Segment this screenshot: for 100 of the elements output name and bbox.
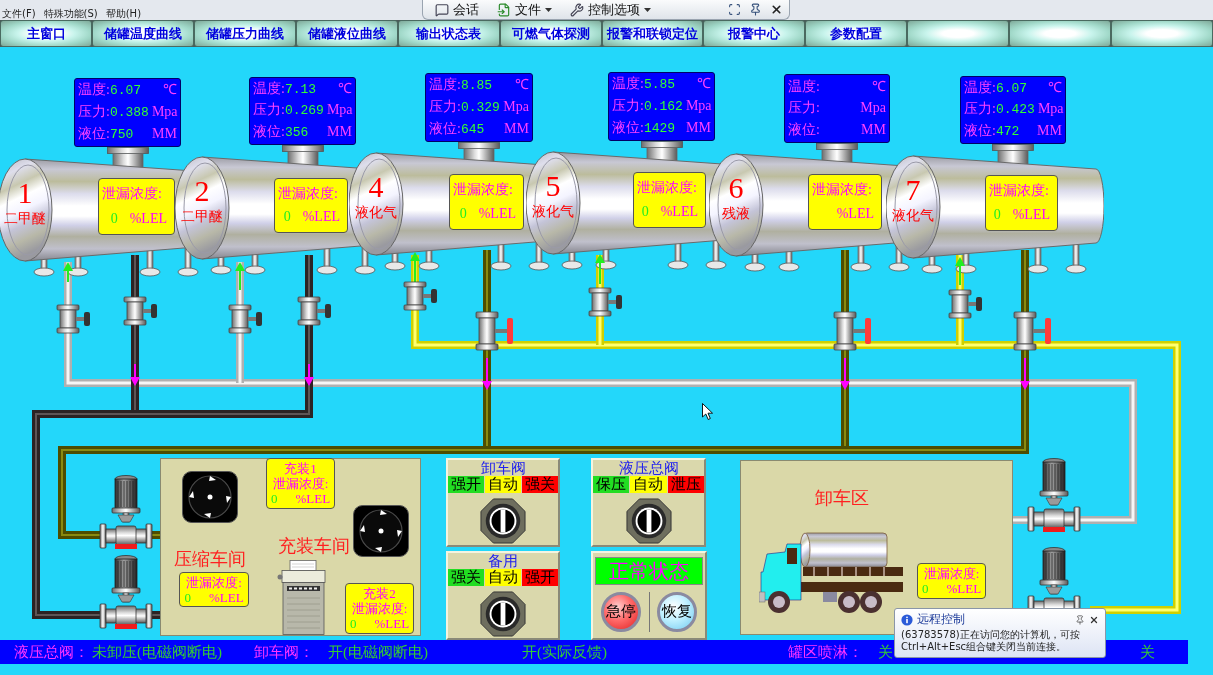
valve-icon xyxy=(1013,311,1053,351)
switch-position-label: 自动 xyxy=(485,476,521,493)
leak-label: 泄漏浓度: xyxy=(637,179,698,197)
reading-label: 温度: xyxy=(253,80,285,99)
reading-label: 压力: xyxy=(253,101,285,120)
rotary-switch[interactable] xyxy=(480,591,526,637)
reading-unit: MM xyxy=(685,118,711,137)
leak-unit: %LEL xyxy=(295,491,331,506)
leak-label: 泄漏浓度: xyxy=(278,184,339,203)
reading-label: 压力: xyxy=(78,103,110,121)
up-arrow-icon xyxy=(235,262,245,290)
reading-label: 温度: xyxy=(788,77,820,96)
close-icon[interactable] xyxy=(770,3,783,16)
leak-value: 0 xyxy=(459,205,467,223)
reading-value: 750 xyxy=(109,125,134,144)
status-value: 关 xyxy=(878,644,893,660)
switch-position-label: 强关 xyxy=(448,569,484,586)
leak-panel-title: 充装2 xyxy=(363,586,396,601)
toolbar-button[interactable]: 文件 xyxy=(495,1,554,18)
switch-position-label: 自动 xyxy=(485,569,521,586)
leak-label: 泄漏浓度: xyxy=(351,601,408,616)
tank-number: 2 xyxy=(194,176,210,206)
reading-label: 压力: xyxy=(612,97,644,115)
leak-label: 泄漏浓度: xyxy=(923,566,980,581)
panel-title: 液压总阀 xyxy=(618,460,679,476)
switch-position-label: 强开 xyxy=(522,569,558,586)
status-label: 液压总阀： xyxy=(14,644,89,660)
leak-unit: %LEL xyxy=(946,581,982,596)
nav-tab[interactable]: 储罐温度曲线 xyxy=(92,20,194,47)
wrench-icon xyxy=(570,2,584,17)
rotary-switch[interactable] xyxy=(480,498,526,544)
up-arrow-icon xyxy=(410,252,420,282)
nav-tab[interactable]: 可燃气体探测 xyxy=(499,20,602,47)
status-value: 关 xyxy=(1140,644,1155,660)
pin-icon[interactable] xyxy=(749,3,762,16)
menu-item[interactable]: 帮助(H) xyxy=(105,8,142,20)
status-label: 罐区喷淋： xyxy=(788,644,863,660)
nav-tab[interactable]: 报警和联锁定位 xyxy=(601,20,704,47)
reset-button[interactable]: 恢复 xyxy=(657,591,698,632)
leak-value: 0 xyxy=(921,581,929,596)
fan-icon xyxy=(182,471,238,523)
expand-icon[interactable] xyxy=(728,3,741,16)
nav-tab[interactable]: 主窗口 xyxy=(0,20,92,47)
switch-position-label: 强关 xyxy=(522,476,558,493)
reading-value: 6.07 xyxy=(109,82,142,101)
rotary-switch[interactable] xyxy=(625,498,672,544)
tank-name: 残液 xyxy=(722,205,750,223)
switch-position-label: 强开 xyxy=(448,476,484,493)
area-title: 卸车区 xyxy=(815,488,869,508)
reading-unit: MM xyxy=(151,124,177,143)
leak-label: 泄漏浓度: xyxy=(272,476,329,491)
file-icon xyxy=(497,2,511,17)
nav-tab[interactable]: 储罐液位曲线 xyxy=(295,20,398,47)
popup-message: (63783578)正在访问您的计算机，可按Ctrl+Alt+Esc组合键关闭当前连接。 xyxy=(901,629,1081,653)
reading-unit: MM xyxy=(326,122,352,141)
reading-label: 液位: xyxy=(429,119,461,138)
valve-icon xyxy=(833,311,873,351)
leak-unit: %LEL xyxy=(1012,206,1050,224)
down-arrow-icon xyxy=(840,358,850,390)
tank-name: 液化气 xyxy=(355,204,397,222)
nav-tab[interactable]: 储罐压力曲线 xyxy=(193,20,296,47)
leak-unit: %LEL xyxy=(836,205,874,223)
nav-tab[interactable]: 报警中心 xyxy=(703,20,806,47)
reading-value: 5.85 xyxy=(643,76,676,95)
emergency-stop-button[interactable]: 急停 xyxy=(600,591,641,632)
tank-name: 液化气 xyxy=(532,203,574,221)
nav-tab[interactable]: 输出状态表 xyxy=(397,20,500,47)
reading-label: 温度: xyxy=(78,81,110,100)
leak-value: 0 xyxy=(283,208,291,227)
blank-tab-button[interactable] xyxy=(1111,20,1213,47)
nav-tab[interactable]: 参数配置 xyxy=(805,20,908,47)
reading-value: 6.07 xyxy=(995,80,1028,99)
popup-title: 远程控制 xyxy=(917,612,965,627)
leak-value: 0 xyxy=(184,589,191,605)
leak-unit: %LEL xyxy=(129,209,167,228)
reading-label: 液位: xyxy=(253,122,285,141)
reading-unit: Mpa xyxy=(325,101,353,120)
reading-unit: MM xyxy=(503,119,529,138)
blank-tab-button[interactable] xyxy=(907,20,1010,47)
menu-item[interactable]: 特殊功能(S) xyxy=(43,8,98,20)
reading-label: 液位: xyxy=(788,121,820,140)
pin-icon[interactable] xyxy=(1075,614,1085,625)
leak-value: 0 xyxy=(349,616,357,631)
chat-icon xyxy=(435,2,449,17)
valve-icon xyxy=(475,311,515,351)
tank-number: 4 xyxy=(368,172,384,202)
leak-unit: %LEL xyxy=(660,203,698,221)
reading-label: 液位: xyxy=(964,121,996,140)
down-arrow-icon xyxy=(1020,358,1030,390)
down-arrow-icon xyxy=(130,364,140,386)
up-arrow-icon xyxy=(955,257,965,285)
toolbar-button[interactable]: 控制选项 xyxy=(568,1,653,18)
status-display: 正常状态 xyxy=(595,557,703,585)
close-icon[interactable] xyxy=(1089,614,1099,625)
panel-title: 卸车阀 xyxy=(480,460,526,476)
toolbar-button[interactable]: 会话 xyxy=(433,1,481,18)
fan-icon xyxy=(353,505,409,557)
menu-item[interactable]: 文件(F) xyxy=(2,8,36,20)
blank-tab-button[interactable] xyxy=(1009,20,1112,47)
reading-label: 温度: xyxy=(964,79,996,98)
